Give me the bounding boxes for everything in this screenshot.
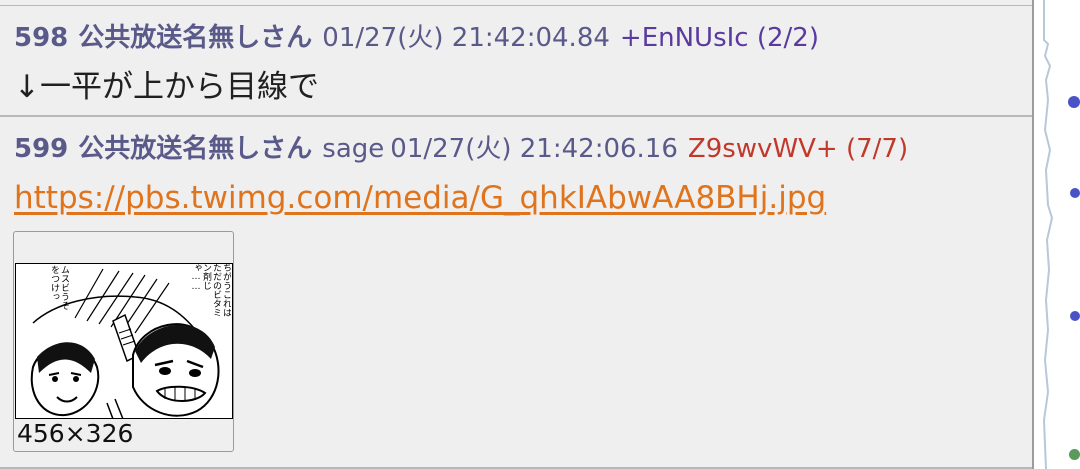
post-body: ↓一平が上から目線で (14, 69, 319, 105)
scroll-marker-dot-icon[interactable] (1068, 96, 1080, 108)
poster-id[interactable]: Z9swvWV+ (7/7) (688, 134, 908, 164)
post-number[interactable]: 599 (14, 134, 68, 164)
scroll-marker-dot-icon[interactable] (1070, 188, 1080, 198)
speech-bubble-right: ちがうこれはただのビタミン剤じゃ…… (131, 263, 231, 317)
manga-panel-image: ちがうこれはただのビタミン剤じゃ…… ムスビうそをつけっ (15, 263, 233, 419)
thread-view: 598 公共放送名無しさん 01/27(火) 21:42:04.84 +EnNUsIc… (0, 0, 1080, 469)
poster-name[interactable]: 公共放送名無しさん (78, 134, 312, 164)
image-thumbnail[interactable]: ちがうこれはただのビタミン剤じゃ…… ムスビうそをつけっ 456×326 (13, 231, 234, 452)
post-date: 01/27(火) 21:42:04.84 (322, 23, 610, 53)
post-header: 599 公共放送名無しさん sage 01/27(火) 21:42:06.16 Z9sw… (14, 133, 908, 165)
poster-name[interactable]: 公共放送名無しさん (78, 23, 312, 53)
poster-id[interactable]: +EnNUsIc (2/2) (620, 23, 819, 53)
post-599[interactable]: 599 公共放送名無しさん sage 01/27(火) 21:42:06.16 Z9sw… (0, 119, 1032, 469)
image-link[interactable]: https://pbs.twimg.com/media/G_qhkIAbwAA8… (14, 179, 826, 217)
scroll-marker-dot-icon[interactable] (1070, 311, 1080, 321)
post-mail: sage (322, 134, 385, 164)
bubble-line: ちがう (221, 263, 231, 290)
post-598[interactable]: 598 公共放送名無しさん 01/27(火) 21:42:04.84 +EnNUsIc… (0, 8, 1032, 117)
bubble-line: これは (221, 290, 231, 317)
post-header: 598 公共放送名無しさん 01/27(火) 21:42:04.84 +EnNUsIc… (14, 22, 819, 54)
rail-edge (1042, 0, 1054, 469)
post-number[interactable]: 598 (14, 23, 68, 53)
divider (0, 5, 1032, 6)
post-list[interactable]: 598 公共放送名無しさん 01/27(火) 21:42:04.84 +EnNUsIc… (0, 0, 1034, 469)
scroll-marker-dot-icon[interactable] (1069, 449, 1080, 460)
bubble-line: つけっ (49, 274, 59, 301)
post-date: 01/27(火) 21:42:06.16 (390, 134, 678, 164)
speech-bubble-left: ムスビうそをつけっ (33, 265, 69, 315)
scroll-rail[interactable] (1036, 0, 1080, 469)
image-size-label: 456×326 (17, 419, 134, 448)
bubble-line: ただの (211, 263, 221, 290)
bubble-line: ムスビ (59, 265, 69, 292)
